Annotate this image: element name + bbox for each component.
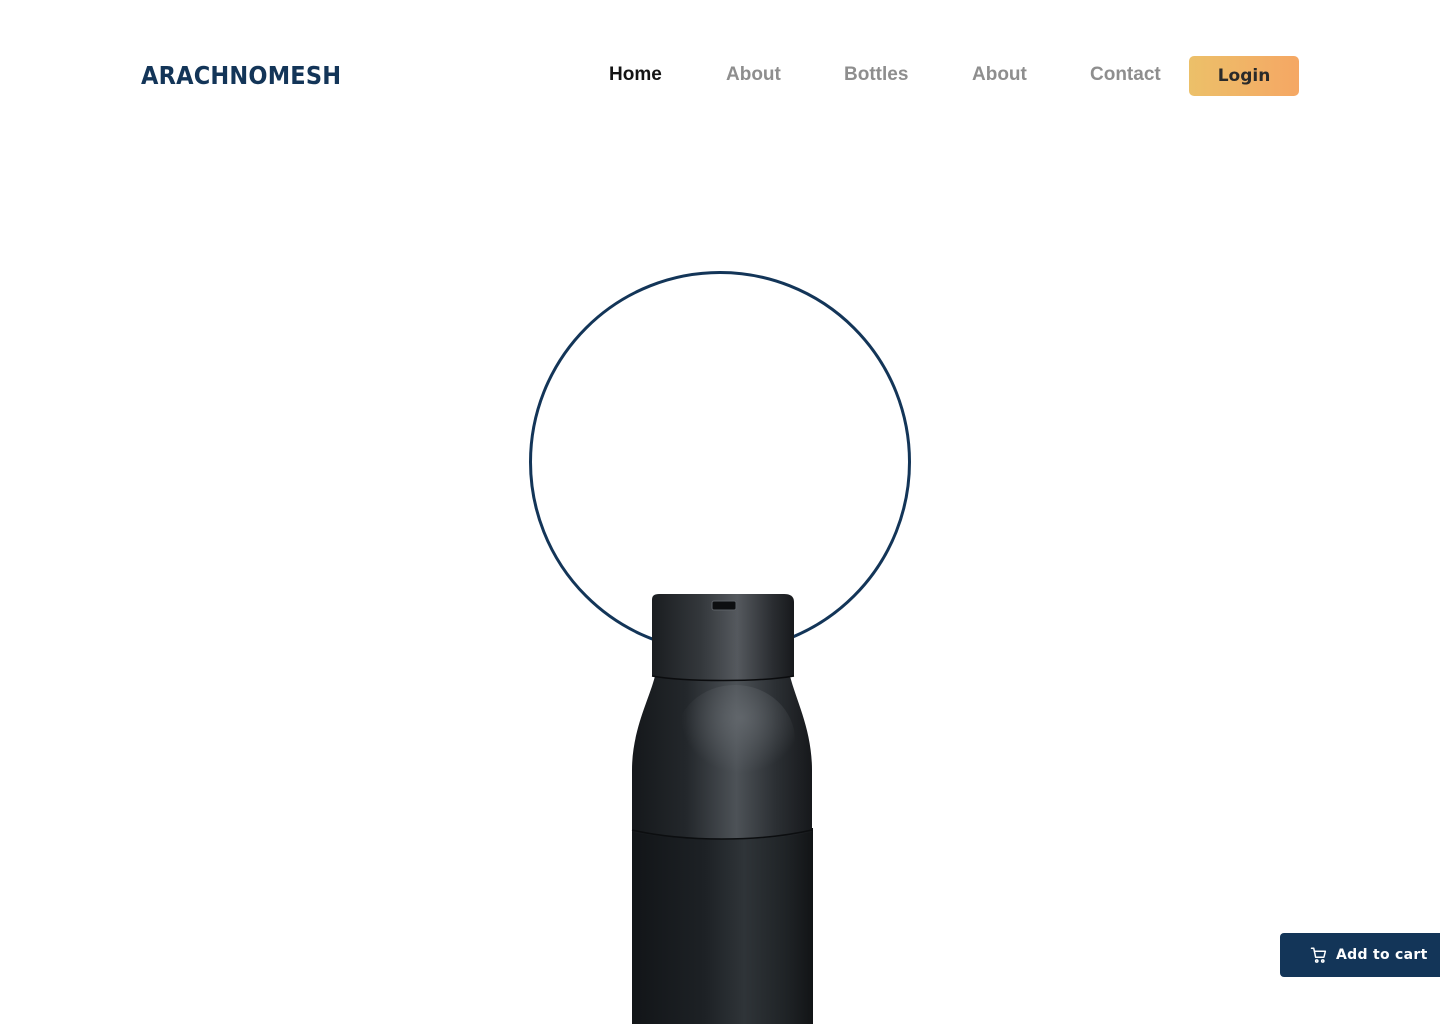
page: ARACHNOMESH Home About Bottles About Con… [0,0,1440,1024]
add-to-cart-button[interactable]: Add to cart [1280,933,1440,977]
product-bottle-image [631,594,813,1024]
add-to-cart-label: Add to cart [1336,947,1428,963]
shopping-cart-icon [1310,946,1328,964]
bottle-lower-body [632,828,813,1024]
